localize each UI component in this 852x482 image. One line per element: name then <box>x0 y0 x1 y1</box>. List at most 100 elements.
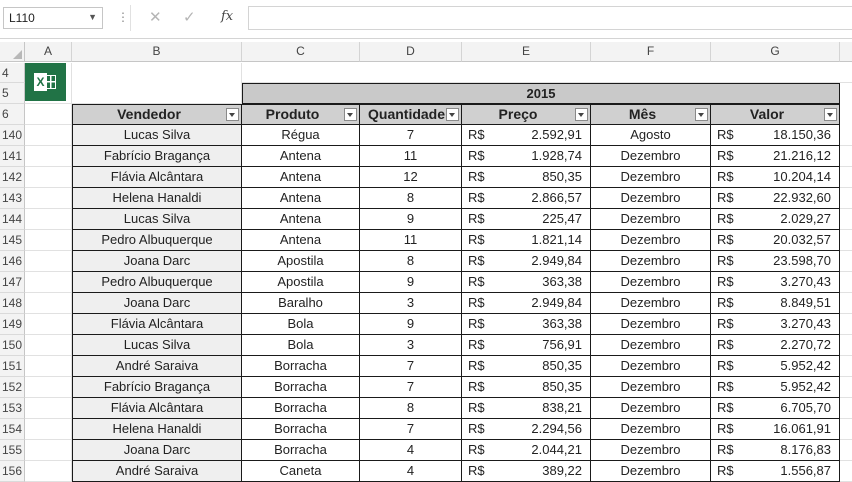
cell-valor[interactable]: R$ 3.270,43 <box>711 314 840 335</box>
cell-preco[interactable]: R$ 850,35 <box>462 356 591 377</box>
cell-quantidade[interactable]: 8 <box>360 188 462 209</box>
cell-vendedor[interactable]: Joana Darc <box>72 251 242 272</box>
row-header[interactable]: 149 <box>0 314 25 335</box>
filter-dropdown-icon[interactable] <box>226 108 239 121</box>
cell-vendedor[interactable]: Lucas Silva <box>72 335 242 356</box>
enter-icon[interactable]: ✓ <box>183 8 196 26</box>
grid-cell[interactable] <box>25 209 72 230</box>
cell-mes[interactable]: Dezembro <box>591 209 711 230</box>
row-header-5[interactable]: 5 <box>0 83 25 104</box>
cell-vendedor[interactable]: André Saraiva <box>72 461 242 482</box>
cell-quantidade[interactable]: 11 <box>360 230 462 251</box>
cell-vendedor[interactable]: Pedro Albuquerque <box>72 272 242 293</box>
cell-mes[interactable]: Dezembro <box>591 272 711 293</box>
cell-preco[interactable]: R$ 2.044,21 <box>462 440 591 461</box>
column-header-g[interactable]: G <box>711 42 840 62</box>
cell-quantidade[interactable]: 3 <box>360 335 462 356</box>
cell-produto[interactable]: Antena <box>242 167 360 188</box>
cell-mes[interactable]: Dezembro <box>591 377 711 398</box>
grid-cell[interactable] <box>840 146 852 167</box>
cell-valor[interactable]: R$ 2.270,72 <box>711 335 840 356</box>
cell-mes[interactable]: Dezembro <box>591 314 711 335</box>
grid-cell[interactable] <box>840 440 852 461</box>
cell-vendedor[interactable]: Joana Darc <box>72 293 242 314</box>
cell-produto[interactable]: Borracha <box>242 377 360 398</box>
cell-mes[interactable]: Dezembro <box>591 167 711 188</box>
cell-quantidade[interactable]: 12 <box>360 167 462 188</box>
cell-produto[interactable]: Apostila <box>242 272 360 293</box>
cell-produto[interactable]: Bola <box>242 314 360 335</box>
cell-preco[interactable]: R$ 225,47 <box>462 209 591 230</box>
cell-produto[interactable]: Antena <box>242 188 360 209</box>
cell-produto[interactable]: Antena <box>242 209 360 230</box>
cell-preco[interactable]: R$ 363,38 <box>462 314 591 335</box>
column-header-e[interactable]: E <box>462 42 591 62</box>
cell-preco[interactable]: R$ 1.821,14 <box>462 230 591 251</box>
cell-valor[interactable]: R$ 10.204,14 <box>711 167 840 188</box>
cell-produto[interactable]: Régua <box>242 125 360 146</box>
cell-vendedor[interactable]: Helena Hanaldi <box>72 419 242 440</box>
select-all-corner[interactable] <box>0 42 25 62</box>
grid-cell[interactable] <box>840 209 852 230</box>
cell-quantidade[interactable]: 4 <box>360 440 462 461</box>
row-header[interactable]: 155 <box>0 440 25 461</box>
grid-cell[interactable] <box>72 63 242 104</box>
cell-mes[interactable]: Dezembro <box>591 251 711 272</box>
row-header[interactable]: 146 <box>0 251 25 272</box>
cell-quantidade[interactable]: 9 <box>360 314 462 335</box>
grid-cell[interactable] <box>840 419 852 440</box>
grid-cell[interactable] <box>25 188 72 209</box>
row-header[interactable]: 154 <box>0 419 25 440</box>
grid-cell[interactable] <box>25 293 72 314</box>
cell-produto[interactable]: Bola <box>242 335 360 356</box>
cell-valor[interactable]: R$ 5.952,42 <box>711 377 840 398</box>
cell-preco[interactable]: R$ 2.949,84 <box>462 251 591 272</box>
grid-cell[interactable] <box>840 272 852 293</box>
cell-valor[interactable]: R$ 1.556,87 <box>711 461 840 482</box>
grid-cell[interactable] <box>840 461 852 482</box>
cell-quantidade[interactable]: 7 <box>360 419 462 440</box>
row-header[interactable]: 151 <box>0 356 25 377</box>
cell-vendedor[interactable]: Flávia Alcântara <box>72 167 242 188</box>
row-header[interactable]: 147 <box>0 272 25 293</box>
grid-cell[interactable] <box>25 314 72 335</box>
cell-valor[interactable]: R$ 22.932,60 <box>711 188 840 209</box>
cell-valor[interactable]: R$ 21.216,12 <box>711 146 840 167</box>
cell-quantidade[interactable]: 7 <box>360 377 462 398</box>
grid-cell[interactable] <box>25 398 72 419</box>
cell-vendedor[interactable]: André Saraiva <box>72 356 242 377</box>
filter-dropdown-icon[interactable] <box>344 108 357 121</box>
grid-cell[interactable] <box>840 188 852 209</box>
cell-quantidade[interactable]: 7 <box>360 356 462 377</box>
cell-preco[interactable]: R$ 2.592,91 <box>462 125 591 146</box>
column-header-a[interactable]: A <box>25 42 72 62</box>
filter-dropdown-icon[interactable] <box>446 108 459 121</box>
chevron-down-icon[interactable]: ▼ <box>88 12 97 22</box>
cell-vendedor[interactable]: Flávia Alcântara <box>72 398 242 419</box>
header-preco[interactable]: Preço <box>462 104 591 125</box>
cell-preco[interactable]: R$ 2.294,56 <box>462 419 591 440</box>
grid-cell[interactable] <box>25 125 72 146</box>
cell-quantidade[interactable]: 8 <box>360 398 462 419</box>
cell-vendedor[interactable]: Joana Darc <box>72 440 242 461</box>
cell-quantidade[interactable]: 9 <box>360 272 462 293</box>
cell-valor[interactable]: R$ 8.176,83 <box>711 440 840 461</box>
column-header-c[interactable]: C <box>242 42 360 62</box>
cell-preco[interactable]: R$ 1.928,74 <box>462 146 591 167</box>
row-header[interactable]: 143 <box>0 188 25 209</box>
header-valor[interactable]: Valor <box>711 104 840 125</box>
grid-cell[interactable] <box>25 461 72 482</box>
cell-preco[interactable]: R$ 2.949,84 <box>462 293 591 314</box>
grid-cell[interactable] <box>840 398 852 419</box>
header-vendedor[interactable]: Vendedor <box>72 104 242 125</box>
cell-preco[interactable]: R$ 756,91 <box>462 335 591 356</box>
cell-valor[interactable]: R$ 5.952,42 <box>711 356 840 377</box>
cell-vendedor[interactable]: Fabrício Bragança <box>72 377 242 398</box>
cell-valor[interactable]: R$ 16.061,91 <box>711 419 840 440</box>
row-header[interactable]: 145 <box>0 230 25 251</box>
cell-mes[interactable]: Dezembro <box>591 335 711 356</box>
cell-mes[interactable]: Dezembro <box>591 293 711 314</box>
grid-cell[interactable] <box>25 356 72 377</box>
cell-mes[interactable]: Dezembro <box>591 398 711 419</box>
cell-produto[interactable]: Borracha <box>242 419 360 440</box>
